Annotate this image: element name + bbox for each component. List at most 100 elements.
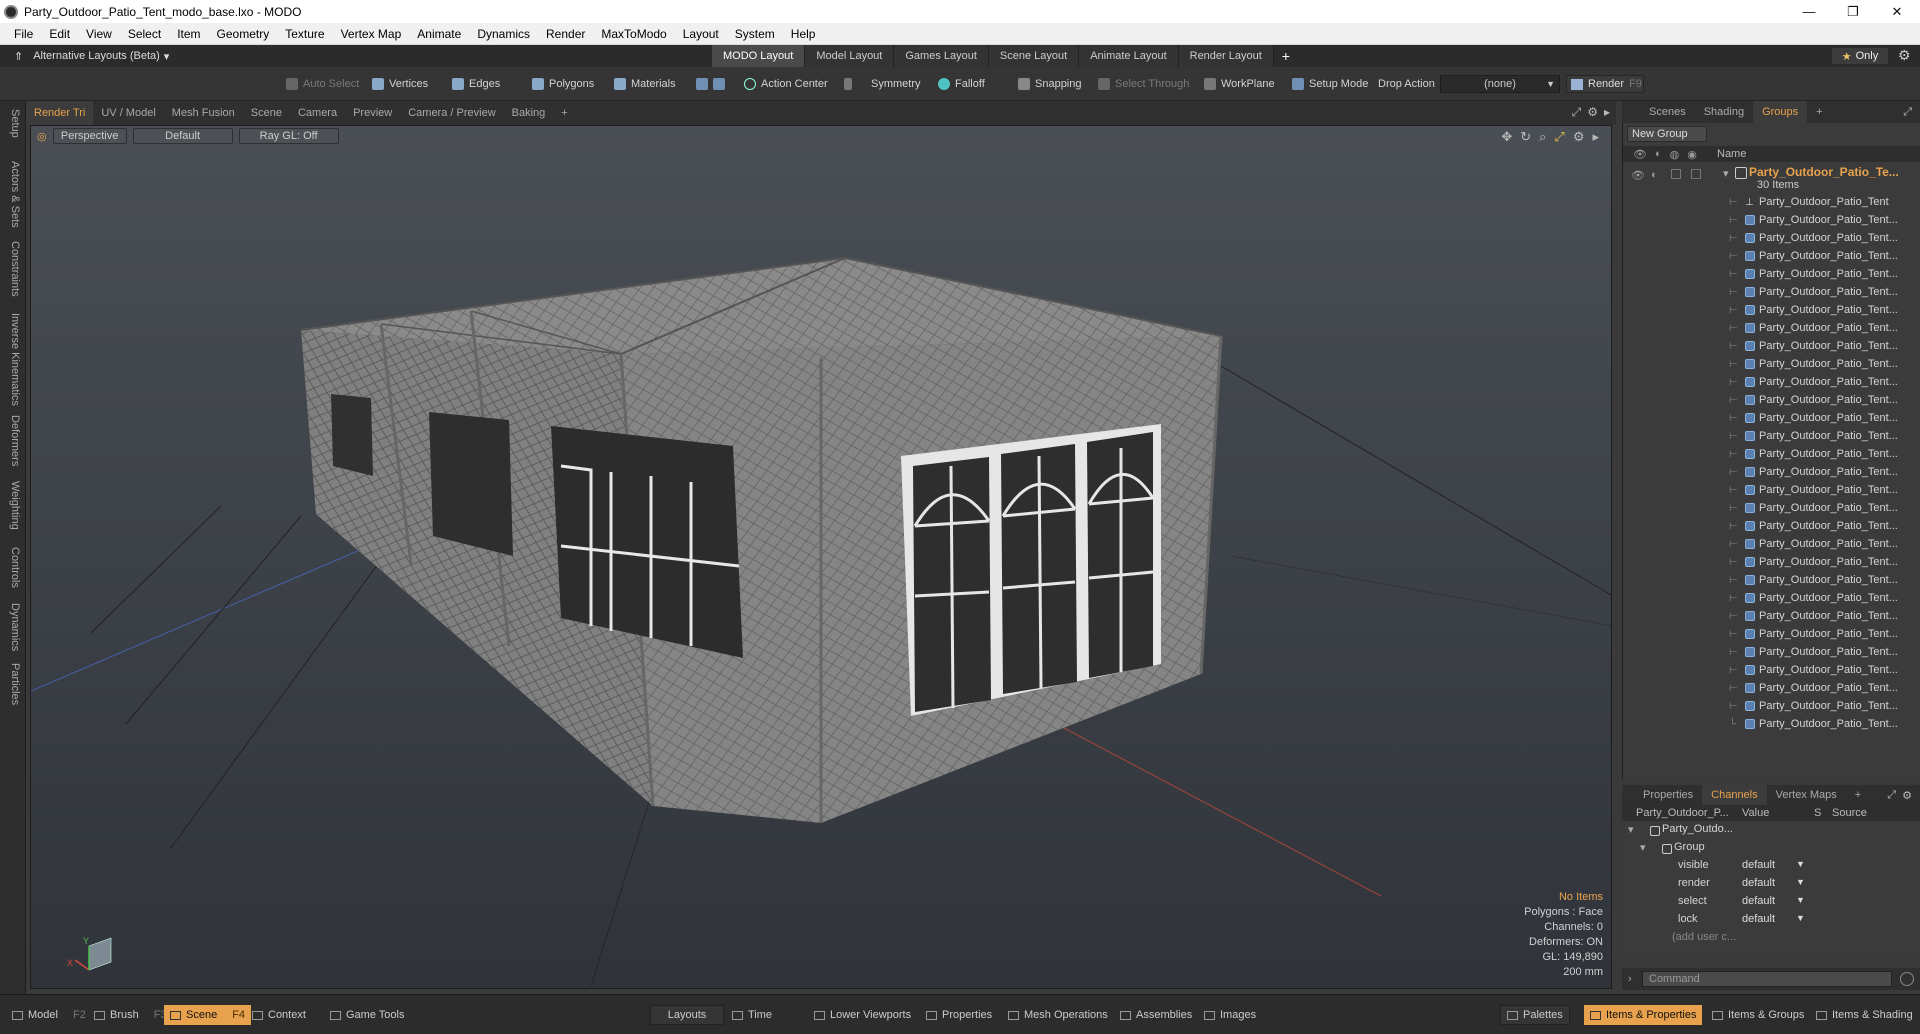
chevron-right-icon[interactable]: ▸ [1604, 105, 1610, 120]
channels-s-header[interactable]: S [1814, 807, 1821, 819]
side-tab-setup[interactable]: Setup [9, 109, 21, 138]
channel-value[interactable]: default [1742, 877, 1775, 889]
channels-item-row[interactable]: ▾ Party_Outdo... [1622, 823, 1920, 841]
menu-layout[interactable]: Layout [675, 23, 727, 45]
channels-name-header[interactable]: Party_Outdoor_P... [1636, 807, 1729, 819]
vertices-button[interactable]: Vertices [372, 75, 428, 93]
group-root-row[interactable]: 👁 ◐ ▾ Party_Outdoor_Patio_Te... 30 Items [1623, 163, 1920, 191]
list-item[interactable]: └ Party_Outdoor_Patio_Tent... [1623, 715, 1920, 733]
gear-icon[interactable]: ⚙ [1898, 47, 1911, 64]
side-tab-weighting[interactable]: Weighting [9, 481, 21, 530]
chevron-down-icon[interactable]: ▼ [1796, 913, 1805, 923]
list-item[interactable]: ⊢ Party_Outdoor_Patio_Tent... [1623, 211, 1920, 229]
gear-icon[interactable]: ⚙ [1573, 129, 1585, 145]
list-item[interactable]: ⊢ Party_Outdoor_Patio_Tent... [1623, 355, 1920, 373]
gear-icon[interactable]: ⚙ [1587, 105, 1598, 120]
list-item[interactable]: ⊢ Party_Outdoor_Patio_Tent... [1623, 553, 1920, 571]
menu-maxtomodo[interactable]: MaxToModo [593, 23, 674, 45]
minimize-button[interactable]: — [1786, 0, 1832, 23]
lock-toggle-icon[interactable] [1691, 169, 1701, 179]
menu-file[interactable]: File [6, 23, 41, 45]
tab-channels[interactable]: Channels [1702, 785, 1767, 805]
menu-render[interactable]: Render [538, 23, 593, 45]
polygons-button[interactable]: Polygons [532, 75, 594, 93]
list-item[interactable]: ⊢ Party_Outdoor_Patio_Tent... [1623, 427, 1920, 445]
scene-button[interactable]: Scene F4 [164, 1005, 252, 1025]
tab-mesh-fusion[interactable]: Mesh Fusion [164, 101, 243, 125]
tab-uv-model[interactable]: UV / Model [93, 101, 163, 125]
tab-games-layout[interactable]: Games Layout [894, 45, 989, 67]
items-shading-button[interactable]: Items & Shading [1810, 1005, 1919, 1025]
channels-source-header[interactable]: Source [1832, 807, 1867, 819]
setup-mode-button[interactable]: Setup Mode [1292, 75, 1368, 93]
list-item[interactable]: ⊢ Party_Outdoor_Patio_Tent... [1623, 409, 1920, 427]
zoom-icon[interactable]: ⌕ [1539, 129, 1546, 145]
restore-button[interactable]: ❐ [1830, 0, 1876, 23]
menu-edit[interactable]: Edit [41, 23, 78, 45]
brush-button[interactable]: Brush F3 [88, 1005, 173, 1025]
side-tab-deformers[interactable]: Deformers [9, 415, 21, 466]
menu-item[interactable]: Item [169, 23, 208, 45]
edges-button[interactable]: Edges [452, 75, 500, 93]
add-layout-button[interactable]: + [1274, 45, 1298, 67]
tab-scenes[interactable]: Scenes [1640, 101, 1695, 123]
assemblies-button[interactable]: Assemblies [1114, 1005, 1198, 1025]
select-through-button[interactable]: Select Through [1098, 75, 1189, 93]
tab-shading[interactable]: Shading [1695, 101, 1753, 123]
fit-icon[interactable]: ⤢ [1554, 129, 1564, 145]
tab-animate-layout[interactable]: Animate Layout [1079, 45, 1179, 67]
only-toggle[interactable]: ★ Only [1832, 48, 1888, 64]
auto-select-button[interactable]: Auto Select [286, 75, 359, 93]
channel-value[interactable]: default [1742, 913, 1775, 925]
chevron-right-icon[interactable]: ▸ [1592, 129, 1599, 145]
side-tab-controls[interactable]: Controls [9, 547, 21, 588]
side-tab-constraints[interactable]: Constraints [9, 241, 21, 297]
drop-action-select[interactable]: (none) ▼ [1440, 75, 1560, 93]
command-input[interactable]: Command [1642, 971, 1892, 987]
selection-sets-button[interactable] [696, 75, 725, 93]
side-tab-particles[interactable]: Particles [9, 663, 21, 705]
action-center-button[interactable]: Action Center [744, 75, 828, 93]
menu-view[interactable]: View [78, 23, 120, 45]
menu-help[interactable]: Help [783, 23, 824, 45]
list-item[interactable]: ⊢ Party_Outdoor_Patio_Tent... [1623, 625, 1920, 643]
tab-render-tri[interactable]: Render Tri [26, 101, 94, 125]
list-item[interactable]: ⊢ Party_Outdoor_Patio_Tent... [1623, 463, 1920, 481]
list-item[interactable]: ⊢ Party_Outdoor_Patio_Tent... [1623, 229, 1920, 247]
tab-scene[interactable]: Scene [243, 101, 290, 125]
tab-baking[interactable]: Baking [504, 101, 554, 125]
shading-dropdown[interactable]: Default [132, 128, 233, 144]
workplane-button[interactable]: WorkPlane [1204, 75, 1275, 93]
context-button[interactable]: Context [246, 1005, 312, 1025]
add-panel-tab-button[interactable]: + [1807, 101, 1831, 123]
channel-row[interactable]: visible default ▼ [1622, 859, 1920, 877]
close-button[interactable]: ✕ [1874, 0, 1920, 23]
maximize-icon[interactable]: ⤢ [1887, 789, 1896, 802]
maximize-icon[interactable]: ⤢ [1903, 106, 1912, 119]
list-item[interactable]: ⊢ Party_Outdoor_Patio_Tent... [1623, 571, 1920, 589]
render-column-icon[interactable]: ◐ [1655, 148, 1662, 161]
add-user-channel-row[interactable]: (add user c... [1622, 931, 1920, 949]
3d-viewport[interactable]: X Y ◎ Perspective Default Ray GL: Off ✥ … [30, 125, 1612, 989]
list-item[interactable]: ⊢ Party_Outdoor_Patio_Tent... [1623, 643, 1920, 661]
list-item[interactable]: ⊢ Party_Outdoor_Patio_Tent... [1623, 679, 1920, 697]
maximize-icon[interactable]: ⤢ [1572, 105, 1582, 120]
list-item[interactable]: ⊢ Party_Outdoor_Patio_Tent... [1623, 607, 1920, 625]
new-group-button[interactable]: New Group [1627, 126, 1707, 142]
tab-render-layout[interactable]: Render Layout [1178, 45, 1274, 67]
side-tab-dynamics[interactable]: Dynamics [9, 603, 21, 651]
tab-camera-preview[interactable]: Camera / Preview [400, 101, 503, 125]
render-toggle-icon[interactable]: ◐ [1651, 169, 1658, 181]
layouts-button[interactable]: Layouts [650, 1005, 724, 1025]
chevron-down-icon[interactable]: ▼ [1796, 859, 1805, 869]
symmetry-button[interactable]: Symmetry [844, 75, 921, 93]
list-item[interactable]: ⊢ Party_Outdoor_Patio_Tent... [1623, 373, 1920, 391]
eye-icon[interactable]: 👁 [1631, 169, 1645, 182]
tab-modo-layout[interactable]: MODO Layout [712, 45, 806, 67]
select-column-icon[interactable]: ◍ [1670, 148, 1680, 161]
menu-vertex-map[interactable]: Vertex Map [333, 23, 410, 45]
record-icon[interactable] [1900, 972, 1914, 986]
pan-icon[interactable]: ✥ [1501, 129, 1512, 145]
palettes-button[interactable]: Palettes [1500, 1005, 1570, 1025]
add-props-tab-button[interactable]: + [1846, 785, 1870, 805]
